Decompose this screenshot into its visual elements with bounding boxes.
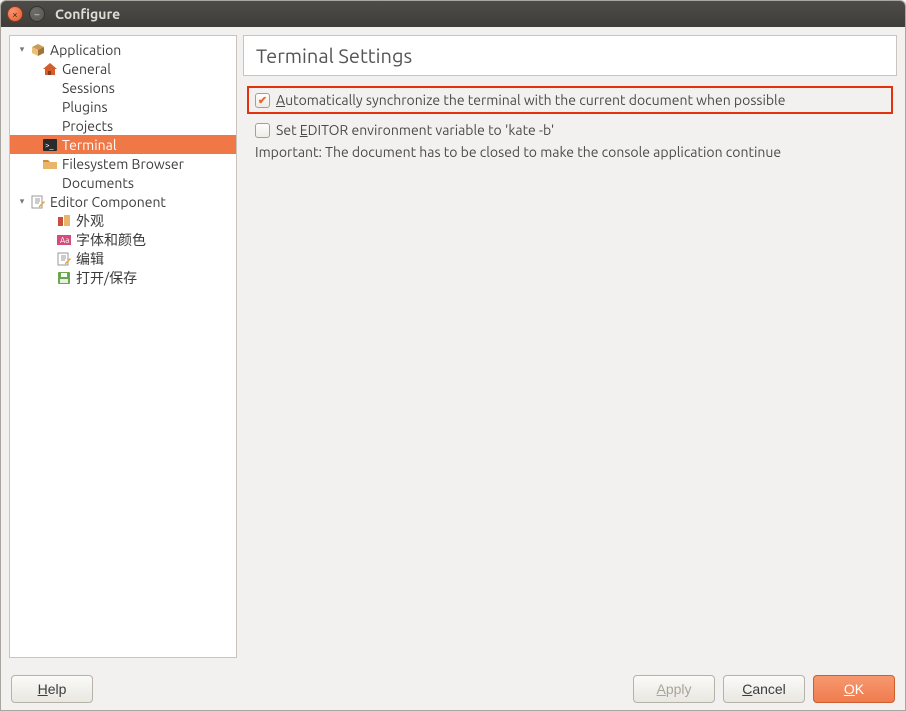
highlighted-option: Automatically synchronize the terminal w… — [247, 86, 893, 114]
tree-label: 字体和颜色 — [76, 230, 146, 250]
tree-item-editor-component[interactable]: ▾ Editor Component — [10, 192, 236, 211]
apply-button[interactable]: Apply — [633, 675, 715, 703]
tree-label: Documents — [62, 175, 134, 191]
appearance-icon — [56, 213, 72, 229]
tree-label: Application — [50, 42, 121, 58]
tree-item-appearance[interactable]: 外观 — [10, 211, 236, 230]
save-icon — [56, 270, 72, 286]
tree-label: Filesystem Browser — [62, 156, 184, 172]
panel-title: Terminal Settings — [243, 35, 897, 76]
tree-item-terminal[interactable]: >_ Terminal — [10, 135, 236, 154]
editing-icon — [56, 251, 72, 267]
important-note: Important: The document has to be closed… — [247, 144, 893, 160]
tree-label: Editor Component — [50, 194, 166, 210]
close-icon[interactable]: × — [7, 6, 23, 22]
tree-label: Plugins — [62, 99, 108, 115]
set-editor-option: Set EDITOR environment variable to 'kate… — [247, 120, 893, 140]
home-icon — [42, 61, 58, 77]
svg-text:Aa: Aa — [60, 236, 69, 245]
package-icon — [30, 42, 46, 58]
auto-sync-checkbox[interactable] — [255, 93, 270, 108]
ok-button[interactable]: OK — [813, 675, 895, 703]
window-title: Configure — [55, 6, 120, 22]
help-button[interactable]: Help — [11, 675, 93, 703]
folder-icon — [42, 156, 58, 172]
set-editor-checkbox[interactable] — [255, 123, 270, 138]
sidebar-tree: ▾ Application General Sessions Plugi — [9, 35, 237, 658]
edit-icon — [30, 194, 46, 210]
terminal-icon: >_ — [42, 137, 58, 153]
tree-item-filesystem-browser[interactable]: Filesystem Browser — [10, 154, 236, 173]
chevron-down-icon[interactable]: ▾ — [16, 196, 28, 207]
auto-sync-label[interactable]: Automatically synchronize the terminal w… — [276, 92, 785, 108]
tree-item-sessions[interactable]: Sessions — [10, 78, 236, 97]
tree-item-projects[interactable]: Projects — [10, 116, 236, 135]
tree-item-plugins[interactable]: Plugins — [10, 97, 236, 116]
minimize-icon[interactable]: – — [29, 6, 45, 22]
tree-item-editing[interactable]: 编辑 — [10, 249, 236, 268]
svg-text:>_: >_ — [45, 141, 54, 150]
titlebar: × – Configure — [1, 1, 905, 27]
tree-label: 编辑 — [76, 249, 104, 269]
tree-label: General — [62, 61, 111, 77]
tree-label: Sessions — [62, 80, 115, 96]
tree-item-general[interactable]: General — [10, 59, 236, 78]
cancel-button[interactable]: Cancel — [723, 675, 805, 703]
tree-item-application[interactable]: ▾ Application — [10, 40, 236, 59]
tree-label: 打开/保存 — [76, 268, 137, 288]
tree-item-documents[interactable]: Documents — [10, 173, 236, 192]
tree-label: Projects — [62, 118, 113, 134]
tree-label: Terminal — [62, 137, 117, 153]
tree-label: 外观 — [76, 211, 104, 231]
chevron-down-icon[interactable]: ▾ — [16, 44, 28, 55]
configure-window: × – Configure ▾ Application General — [0, 0, 906, 711]
dialog-footer: Help Apply Cancel OK — [1, 666, 905, 710]
tree-item-fonts-colors[interactable]: Aa 字体和颜色 — [10, 230, 236, 249]
content-area: ▾ Application General Sessions Plugi — [1, 27, 905, 666]
settings-panel: Terminal Settings Automatically synchron… — [243, 35, 897, 658]
tree-item-open-save[interactable]: 打开/保存 — [10, 268, 236, 287]
fonts-colors-icon: Aa — [56, 232, 72, 248]
set-editor-label[interactable]: Set EDITOR environment variable to 'kate… — [276, 122, 554, 138]
